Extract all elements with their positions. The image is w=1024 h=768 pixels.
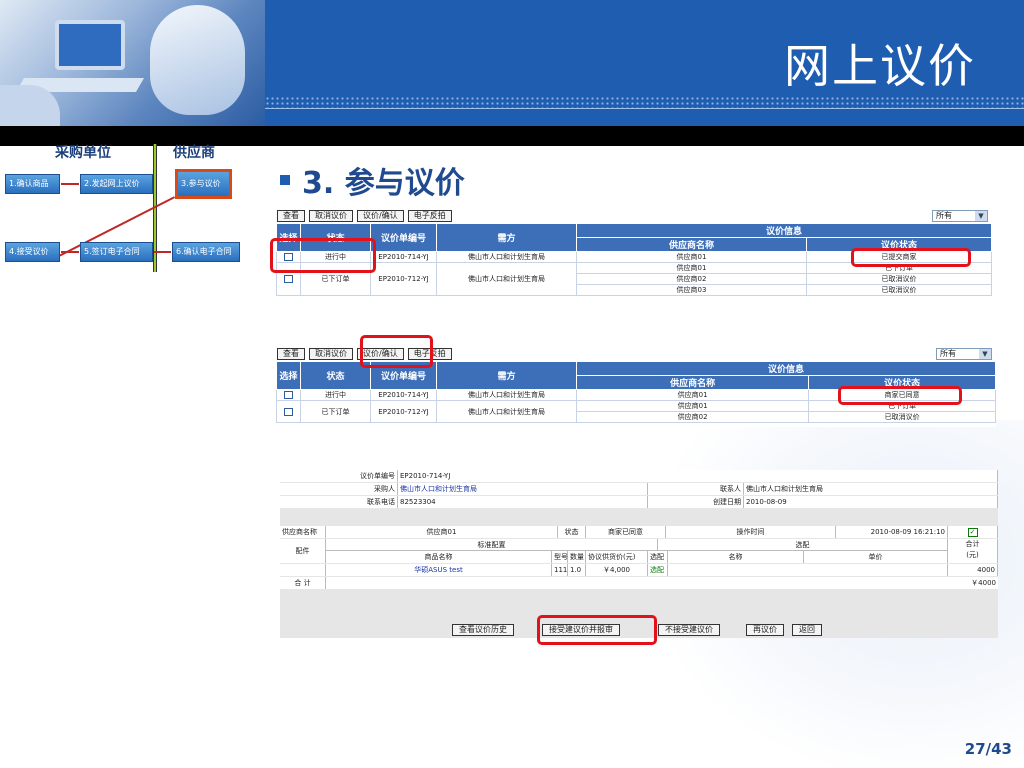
page-number: 27/43 [964,740,1012,758]
flow-arrow [154,251,171,253]
flow-step-2: 2.发起网上议价 [80,174,153,194]
flow-step-1: 1.确认商品 [5,174,60,194]
negotiate-confirm-button[interactable]: 议价/确认 [357,210,404,222]
highlight-box [360,335,433,368]
reverse-auction-button[interactable]: 电子反拍 [407,210,452,222]
view-history-button[interactable]: 查看议价历史 [452,624,514,636]
highlight-box [270,238,376,273]
check-icon[interactable]: ✓ [967,527,978,537]
bullet-text: 3. 参与议价 [302,166,465,201]
flow-col-buyer: 采购单位 [55,145,111,161]
flow-step-3: 3.参与议价 [175,169,232,199]
slide: 网上议价 采购单位 供应商 1.确认商品 2.发起网上议价 3.参与议价 4.接… [0,0,1024,768]
laptop-icon [55,20,125,70]
cancel-negotiation-button[interactable]: 取消议价 [309,348,353,360]
col-supplier: 供应商名称 [576,237,807,252]
highlight-box [851,248,971,267]
flow-step-6: 6.确认电子合同 [172,242,240,262]
highlight-box [537,615,657,645]
row-checkbox[interactable] [284,275,293,283]
filter-select[interactable]: 所有 ▼ [932,210,988,222]
item-row: 华硕ASUS test 111 1.0 ￥4,000 选配 4000 [280,564,998,576]
view-button[interactable]: 查看 [277,348,305,360]
negotiation-detail-form: 议价单编号 EP2010-714-YJ 采购人 佛山市人口和计划生育局 联系人 … [280,470,998,638]
renegotiate-button[interactable]: 再议价 [746,624,784,636]
row-checkbox[interactable] [284,407,293,416]
col-buyer: 需方 [436,223,577,252]
slide-header: 网上议价 [0,0,1024,126]
chevron-down-icon: ▼ [975,211,987,221]
flow-arrow [61,251,79,253]
col-supplier: 供应商名称 [575,375,810,390]
flow-arrow [61,183,79,185]
filter-select[interactable]: 所有 ▼ [936,348,992,360]
header-photo [0,0,265,126]
cancel-negotiation-button[interactable]: 取消议价 [309,210,353,222]
mouse-icon [150,5,245,115]
col-select: 选择 [276,361,301,390]
flow-col-supplier: 供应商 [173,145,215,161]
slide-title: 网上议价 [784,39,976,93]
col-code: 议价单编号 [370,223,437,252]
option-link[interactable]: 选配 [648,564,668,576]
bullet-square-icon [280,175,290,185]
row-checkbox[interactable] [284,391,293,399]
toolbar: 查看 取消议价 议价/确认 电子反拍 [276,209,992,223]
process-flow-diagram: 采购单位 供应商 1.确认商品 2.发起网上议价 3.参与议价 4.接受议价 5… [0,140,262,275]
col-info: 议价信息 [576,361,996,376]
flow-step-5: 5.签订电子合同 [80,242,153,262]
chevron-down-icon: ▼ [979,349,991,359]
reject-suggested-price-button[interactable]: 不接受建议价 [658,624,720,636]
col-info: 议价信息 [576,223,992,238]
col-buyer: 需方 [436,361,577,390]
back-button[interactable]: 返回 [792,624,822,636]
highlight-box [838,386,962,405]
view-button[interactable]: 查看 [277,210,305,222]
bullet-point: 3. 参与议价 [280,158,465,202]
flow-step-4: 4.接受议价 [5,242,60,262]
